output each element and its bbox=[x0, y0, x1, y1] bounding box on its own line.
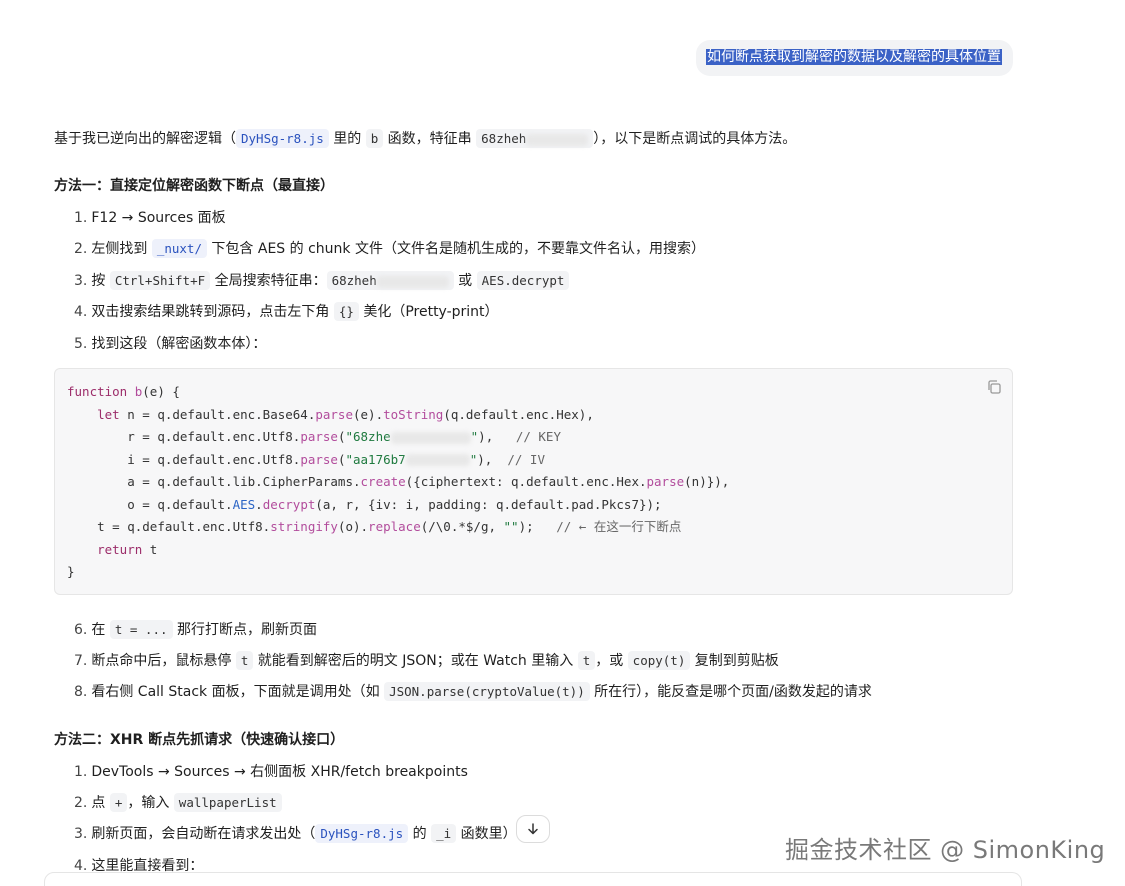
next-code-block-edge bbox=[44, 872, 1022, 886]
inline-code: AES.decrypt bbox=[476, 271, 570, 290]
code-line: r = q.default.enc.Utf8.parse("68zhe "), /… bbox=[127, 429, 561, 444]
user-message-text: 如何断点获取到解密的数据以及解密的具体位置 bbox=[706, 49, 1002, 65]
code-line: } bbox=[67, 564, 75, 579]
list-item: 2. 左侧找到 _nuxt/ 下包含 AES 的 chunk 文件（文件名是随机生… bbox=[74, 239, 705, 258]
user-message-bubble: 如何断点获取到解密的数据以及解密的具体位置 bbox=[696, 40, 1013, 76]
intro-text: ），以下是断点调试的具体方法。 bbox=[593, 131, 797, 147]
redacted-blur bbox=[405, 454, 470, 466]
code-block: function b(e) { let n = q.default.enc.Ba… bbox=[54, 368, 1013, 595]
intro-paragraph: 基于我已逆向出的解密逻辑（ DyHSg-r8.js 里的 b 函数，特征串 68z… bbox=[54, 129, 796, 149]
scroll-to-bottom-button[interactable] bbox=[516, 815, 550, 843]
code-line: t = q.default.enc.Utf8.stringify(o).repl… bbox=[97, 519, 682, 534]
code-line: return t bbox=[97, 541, 158, 557]
list-item: 5. 找到这段（解密函数本体）： bbox=[74, 336, 267, 352]
inline-code: t bbox=[577, 651, 596, 670]
watermark: 掘金技术社区 @ SimonKing bbox=[785, 836, 1106, 864]
inline-code-filename: DyHSg-r8.js bbox=[315, 824, 409, 843]
inline-code-shortcut: Ctrl+Shift+F bbox=[109, 271, 211, 290]
code-line: function b(e) { bbox=[67, 384, 180, 399]
list-item: 4. 双击搜索结果跳转到源码，点击左下角 {} 美化（Pretty-print） bbox=[74, 302, 499, 321]
list-item: 6. 在 t = ... 那行打断点，刷新页面 bbox=[74, 620, 317, 639]
copy-icon[interactable] bbox=[986, 379, 1002, 395]
inline-code: JSON.parse(cryptoValue(t)) bbox=[384, 682, 590, 701]
method1-heading: 方法一：直接定位解密函数下断点（最直接） bbox=[54, 178, 334, 194]
inline-code: _i bbox=[431, 824, 457, 843]
inline-code: {} bbox=[333, 302, 359, 321]
list-item: 7. 断点命中后，鼠标悬停 t 就能看到解密后的明文 JSON；或在 Watch … bbox=[74, 651, 779, 670]
intro-text: 基于我已逆向出的解密逻辑（ bbox=[54, 131, 236, 147]
code-line: i = q.default.enc.Utf8.parse("aa176b7 "),… bbox=[127, 451, 545, 467]
inline-code-function: b bbox=[365, 129, 384, 148]
intro-text: 函数，特征串 bbox=[383, 131, 477, 147]
arrow-down-icon bbox=[528, 823, 538, 835]
inline-code: + bbox=[109, 793, 128, 812]
list-item: 1. F12 → Sources 面板 bbox=[74, 210, 226, 226]
list-item: 3. 刷新页面，会自动断在请求发出处（ DyHSg-r8.js 的 _i 函数里） bbox=[74, 824, 517, 843]
method2-heading: 方法二：XHR 断点先抓请求（快速确认接口） bbox=[54, 732, 345, 748]
list-item: 8. 看右侧 Call Stack 面板，下面就是调用处（如 JSON.parse… bbox=[74, 682, 872, 701]
redacted-blur bbox=[390, 431, 471, 444]
code-line: a = q.default.lib.CipherParams.create({c… bbox=[127, 474, 730, 489]
inline-code: copy(t) bbox=[627, 651, 691, 670]
code-line: let n = q.default.enc.Base64.parse(e).to… bbox=[97, 406, 594, 422]
list-item: 1. DevTools → Sources → 右侧面板 XHR/fetch br… bbox=[74, 764, 468, 780]
inline-code: _nuxt/ bbox=[151, 239, 207, 258]
inline-code-signature: 68zheh bbox=[326, 271, 454, 290]
inline-code-signature: 68zheh bbox=[476, 129, 594, 148]
code-line: o = q.default.AES.decrypt(a, r, {iv: i, … bbox=[127, 496, 662, 512]
redacted-blur bbox=[376, 275, 449, 288]
inline-code: t bbox=[235, 651, 254, 670]
list-item: 3. 按 Ctrl+Shift+F 全局搜索特征串： 68zheh 或 AES.de… bbox=[74, 271, 570, 291]
intro-text: 里的 bbox=[328, 131, 366, 147]
inline-code: wallpaperList bbox=[173, 793, 282, 812]
redacted-blur bbox=[526, 133, 589, 146]
inline-code-filename: DyHSg-r8.js bbox=[236, 129, 329, 148]
inline-code: t = ... bbox=[109, 620, 173, 639]
list-item: 2. 点 + ，输入 wallpaperList bbox=[74, 793, 282, 813]
